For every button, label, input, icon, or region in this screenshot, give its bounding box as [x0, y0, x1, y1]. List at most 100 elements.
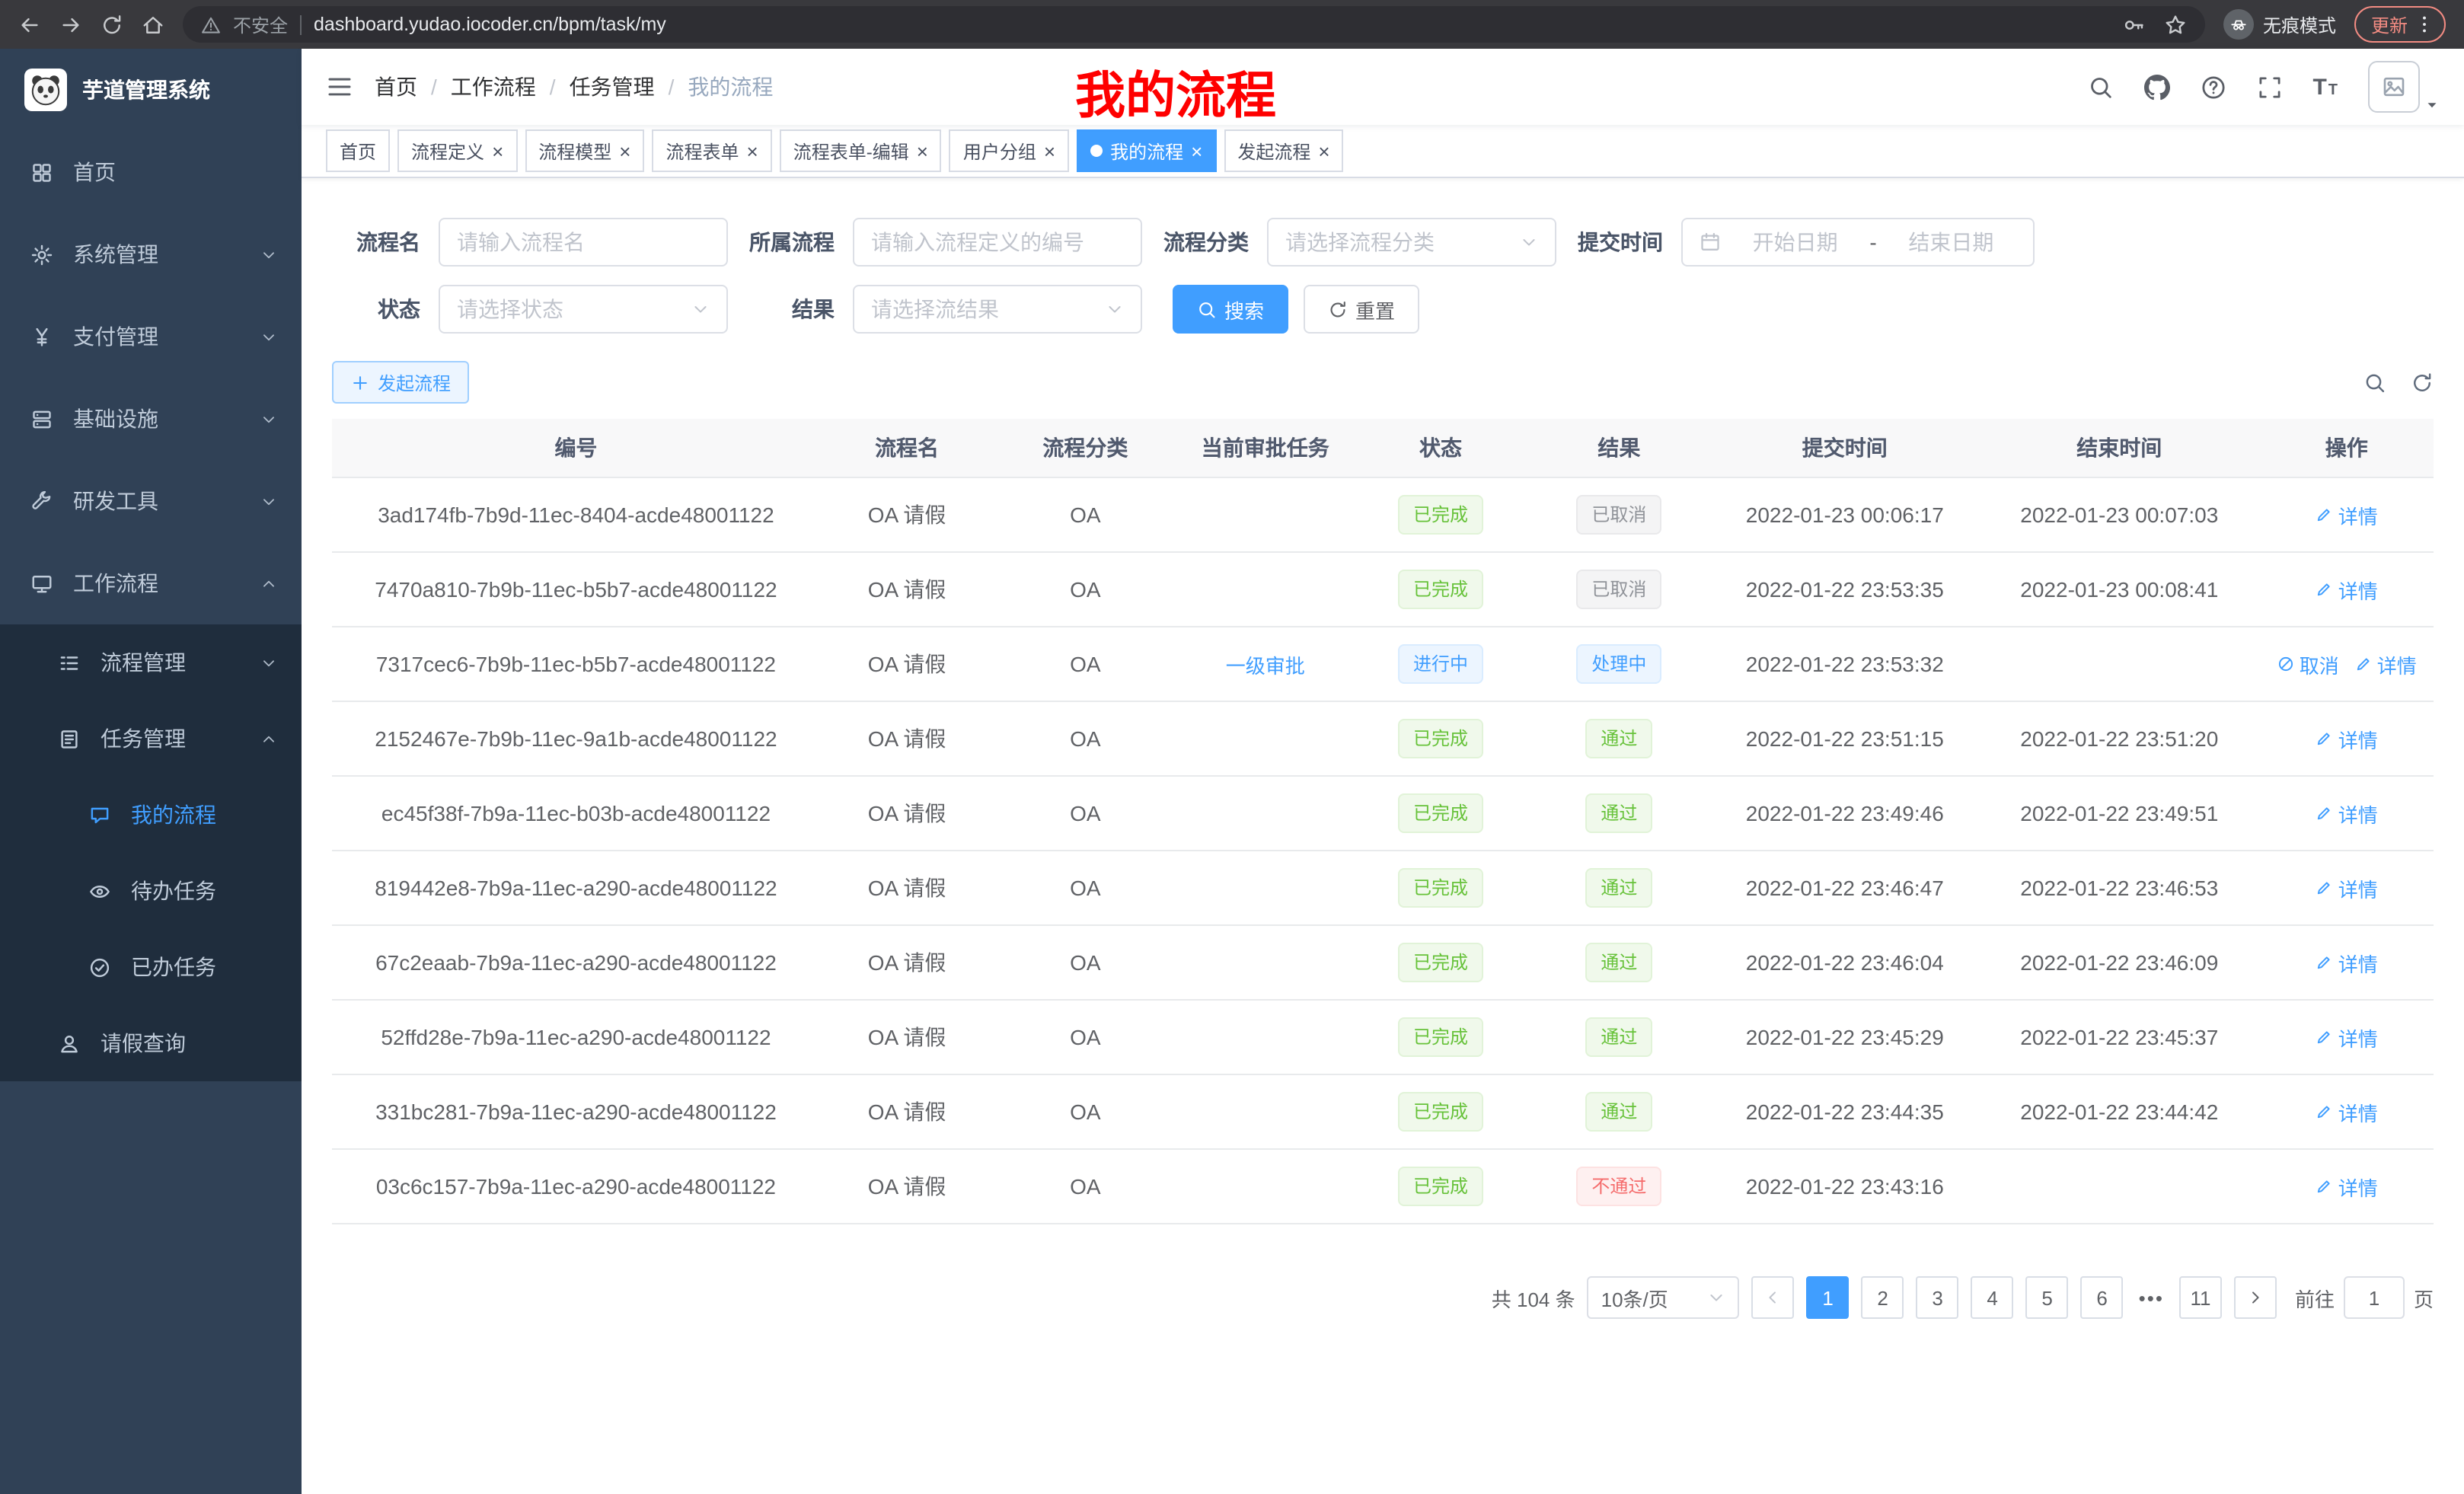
cancel-action-link[interactable]: 取消: [2277, 650, 2339, 678]
fullscreen-icon[interactable]: [2256, 74, 2282, 100]
detail-action-link[interactable]: 详情: [2316, 724, 2378, 753]
submit-time-range-picker[interactable]: 开始日期 - 结束日期: [1681, 218, 2035, 267]
forward-icon[interactable]: [59, 13, 82, 36]
reset-button[interactable]: 重置: [1304, 285, 1419, 334]
prev-page-button[interactable]: [1752, 1276, 1795, 1319]
cell-submit-time: 2022-01-22 23:53:32: [1711, 627, 1980, 701]
navbar: 首页/工作流程/任务管理/我的流程 TT: [302, 49, 2464, 125]
back-icon[interactable]: [18, 13, 41, 36]
breadcrumb-item[interactable]: 工作流程: [451, 72, 536, 102]
tab-process-form[interactable]: 流程表单×: [652, 129, 771, 172]
sidebar-item-home[interactable]: 首页: [0, 131, 302, 213]
close-icon[interactable]: ×: [1318, 141, 1329, 161]
search-toggle-icon[interactable]: [2363, 371, 2386, 394]
process-name-input[interactable]: [439, 218, 728, 267]
pencil-icon: [2316, 804, 2334, 822]
category-select[interactable]: 请选择流程分类: [1267, 218, 1556, 267]
refresh-table-icon[interactable]: [2411, 371, 2434, 394]
cell-submit-time: 2022-01-22 23:46:47: [1711, 851, 1980, 925]
page-button-6[interactable]: 6: [2081, 1276, 2124, 1319]
hamburger-icon[interactable]: [326, 73, 353, 101]
font-size-icon[interactable]: TT: [2312, 75, 2338, 98]
home-icon[interactable]: [142, 13, 164, 36]
browser-menu-icon[interactable]: [2414, 14, 2435, 35]
key-icon[interactable]: [2123, 13, 2146, 36]
detail-action-link[interactable]: 详情: [2316, 799, 2378, 828]
start-process-button[interactable]: 发起流程: [332, 361, 469, 404]
cell-current-task: [1177, 1149, 1354, 1224]
sidebar-item-infrastructure[interactable]: 基础设施: [0, 378, 302, 460]
goto-page-input[interactable]: [2344, 1276, 2405, 1319]
detail-action-link[interactable]: 详情: [2354, 650, 2417, 678]
cell-submit-time: 2022-01-22 23:53:35: [1711, 552, 1980, 627]
navbar-actions: TT: [2087, 61, 2440, 113]
process-def-input[interactable]: [853, 218, 1142, 267]
cell-id: 7317cec6-7b9b-11ec-b5b7-acde48001122: [332, 627, 820, 701]
page-button-2[interactable]: 2: [1862, 1276, 1904, 1319]
close-icon[interactable]: ×: [1044, 141, 1055, 161]
detail-action-link[interactable]: 详情: [2316, 873, 2378, 902]
pagination-ellipsis[interactable]: •••: [2136, 1286, 2167, 1309]
close-icon[interactable]: ×: [917, 141, 928, 161]
page-button-11[interactable]: 11: [2179, 1276, 2222, 1319]
detail-action-link[interactable]: 详情: [2316, 1172, 2378, 1201]
tab-process-model[interactable]: 流程模型×: [525, 129, 644, 172]
tab-home[interactable]: 首页: [326, 129, 390, 172]
date-separator: -: [1869, 230, 1876, 254]
detail-action-link[interactable]: 详情: [2316, 1097, 2378, 1126]
close-icon[interactable]: ×: [1191, 141, 1202, 161]
sidebar-item-process-management[interactable]: 流程管理: [0, 624, 302, 701]
detail-action-link[interactable]: 详情: [2316, 500, 2378, 529]
user-avatar[interactable]: [2368, 61, 2440, 113]
url-text[interactable]: dashboard.yudao.iocoder.cn/bpm/task/my: [314, 14, 2111, 35]
page-button-3[interactable]: 3: [1917, 1276, 1959, 1319]
sidebar-item-done-tasks[interactable]: 已办任务: [0, 929, 302, 1005]
tab-process-form-edit[interactable]: 流程表单-编辑×: [780, 129, 942, 172]
tab-user-group[interactable]: 用户分组×: [950, 129, 1069, 172]
close-icon[interactable]: ×: [747, 141, 758, 161]
success-tag: 通过: [1585, 793, 1652, 833]
sidebar-item-todo-tasks[interactable]: 待办任务: [0, 853, 302, 929]
detail-action-link[interactable]: 详情: [2316, 575, 2378, 604]
cell-id: 67c2eaab-7b9a-11ec-a290-acde48001122: [332, 925, 820, 1000]
bookmark-star-icon[interactable]: [2164, 13, 2187, 36]
sidebar-item-dev-tools[interactable]: 研发工具: [0, 460, 302, 542]
detail-action-link[interactable]: 详情: [2316, 1023, 2378, 1052]
header-search-icon[interactable]: [2087, 74, 2113, 100]
category-placeholder: 请选择流程分类: [1285, 227, 1511, 257]
sidebar-item-workflow[interactable]: 工作流程: [0, 542, 302, 624]
reload-icon[interactable]: [101, 13, 123, 36]
sidebar-item-my-process[interactable]: 我的流程: [0, 777, 302, 853]
github-icon[interactable]: [2143, 74, 2169, 100]
status-select[interactable]: 请选择状态: [439, 285, 728, 334]
tab-my-process[interactable]: 我的流程×: [1077, 129, 1216, 172]
success-tag: 已完成: [1398, 868, 1483, 908]
detail-action-link[interactable]: 详情: [2316, 948, 2378, 977]
result-select[interactable]: 请选择流结果: [853, 285, 1142, 334]
search-button[interactable]: 搜索: [1173, 285, 1288, 334]
update-button[interactable]: 更新: [2354, 6, 2446, 43]
close-icon[interactable]: ×: [492, 141, 503, 161]
breadcrumb-item[interactable]: 首页: [375, 72, 417, 102]
page-button-4[interactable]: 4: [1971, 1276, 2014, 1319]
column-header-8: 操作: [2260, 419, 2434, 477]
breadcrumb-item[interactable]: 任务管理: [570, 72, 655, 102]
tab-start-process[interactable]: 发起流程×: [1224, 129, 1343, 172]
page-button-1[interactable]: 1: [1807, 1276, 1850, 1319]
page-button-5[interactable]: 5: [2026, 1276, 2069, 1319]
tab-process-definition[interactable]: 流程定义×: [397, 129, 517, 172]
app-logo[interactable]: 芋道管理系统: [0, 49, 302, 131]
current-task-link[interactable]: 一级审批: [1226, 650, 1305, 678]
help-icon[interactable]: [2200, 74, 2226, 100]
sidebar-item-leave-query[interactable]: 请假查询: [0, 1005, 302, 1081]
close-icon[interactable]: ×: [619, 141, 630, 161]
next-page-button[interactable]: [2234, 1276, 2277, 1319]
sidebar-item-payment-management[interactable]: 支付管理: [0, 295, 302, 378]
page-size-select[interactable]: 10条/页: [1588, 1276, 1740, 1319]
address-bar[interactable]: 不安全 dashboard.yudao.iocoder.cn/bpm/task/…: [183, 6, 2205, 43]
cell-submit-time: 2022-01-22 23:45:29: [1711, 1000, 1980, 1074]
sidebar-item-task-management[interactable]: 任务管理: [0, 701, 302, 777]
cell-current-task: [1177, 1074, 1354, 1149]
sidebar-item-system-management[interactable]: 系统管理: [0, 213, 302, 295]
dashboard-icon: [30, 161, 55, 184]
